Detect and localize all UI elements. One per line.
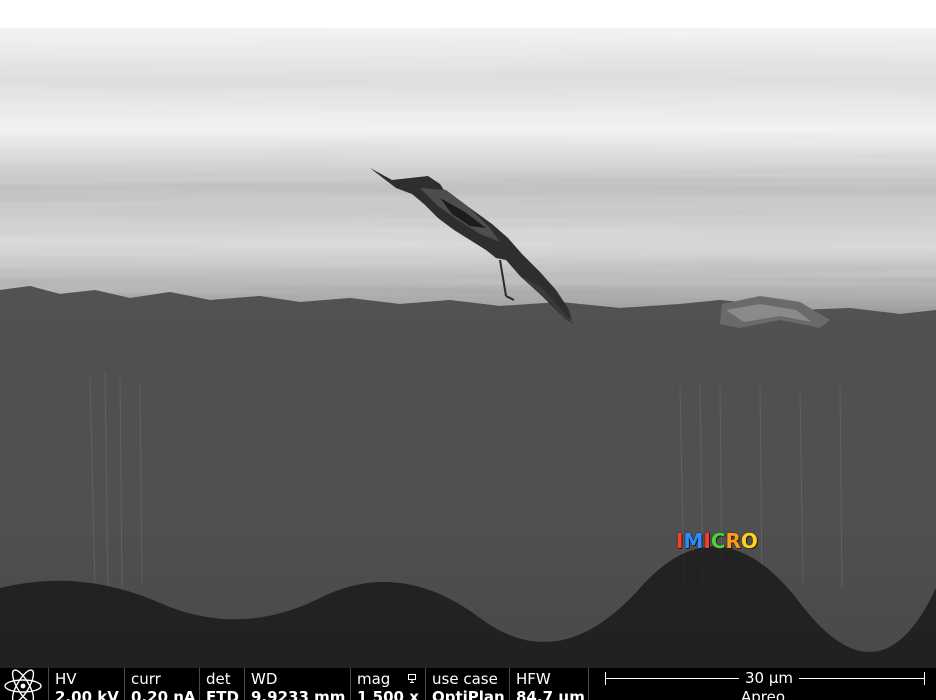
sem-micrograph: [0, 28, 936, 668]
det-cell: det ETD: [199, 668, 244, 700]
det-value: ETD: [206, 688, 239, 700]
use-case-label: use case: [432, 670, 498, 688]
watermark-letter: I: [703, 529, 711, 553]
use-case-cell: use case OptiPlan: [425, 668, 509, 700]
watermark-letter: R: [725, 529, 741, 553]
sem-data-bar: HV 2.00 kV curr 0.20 nA det ETD WD 9.923…: [0, 668, 936, 700]
curr-label: curr: [131, 670, 161, 688]
watermark-letter: M: [683, 529, 704, 553]
hfw-cell: HFW 84.7 µm: [509, 668, 588, 700]
det-label: det: [206, 670, 231, 688]
hfw-value: 84.7 µm: [516, 688, 585, 700]
hv-value: 2.00 kV: [55, 688, 119, 700]
atom-icon: [0, 668, 48, 700]
display-icon: [408, 674, 416, 686]
scale-bar-cell: 30 µm Apreo: [588, 668, 936, 700]
imicro-watermark: IMICRO: [676, 528, 758, 554]
hv-label: HV: [55, 670, 77, 688]
curr-value: 0.20 nA: [131, 688, 196, 700]
hfw-label: HFW: [516, 670, 551, 688]
watermark-letter: O: [740, 529, 758, 553]
mag-value: 1 500 x: [357, 688, 419, 700]
mag-label: mag: [357, 670, 391, 688]
scale-bar-tick: [924, 672, 925, 685]
scale-bar-tick: [605, 672, 606, 685]
mag-cell: mag 1 500 x: [350, 668, 425, 700]
curr-cell: curr 0.20 nA: [124, 668, 199, 700]
wd-cell: WD 9.9233 mm: [244, 668, 350, 700]
instrument-name: Apreo: [740, 688, 786, 700]
wd-label: WD: [251, 670, 278, 688]
use-case-value: OptiPlan: [432, 688, 505, 700]
scale-bar-label: 30 µm: [739, 669, 800, 687]
wd-value: 9.9233 mm: [251, 688, 346, 700]
hv-cell: HV 2.00 kV: [48, 668, 124, 700]
watermark-letter: C: [710, 529, 726, 553]
